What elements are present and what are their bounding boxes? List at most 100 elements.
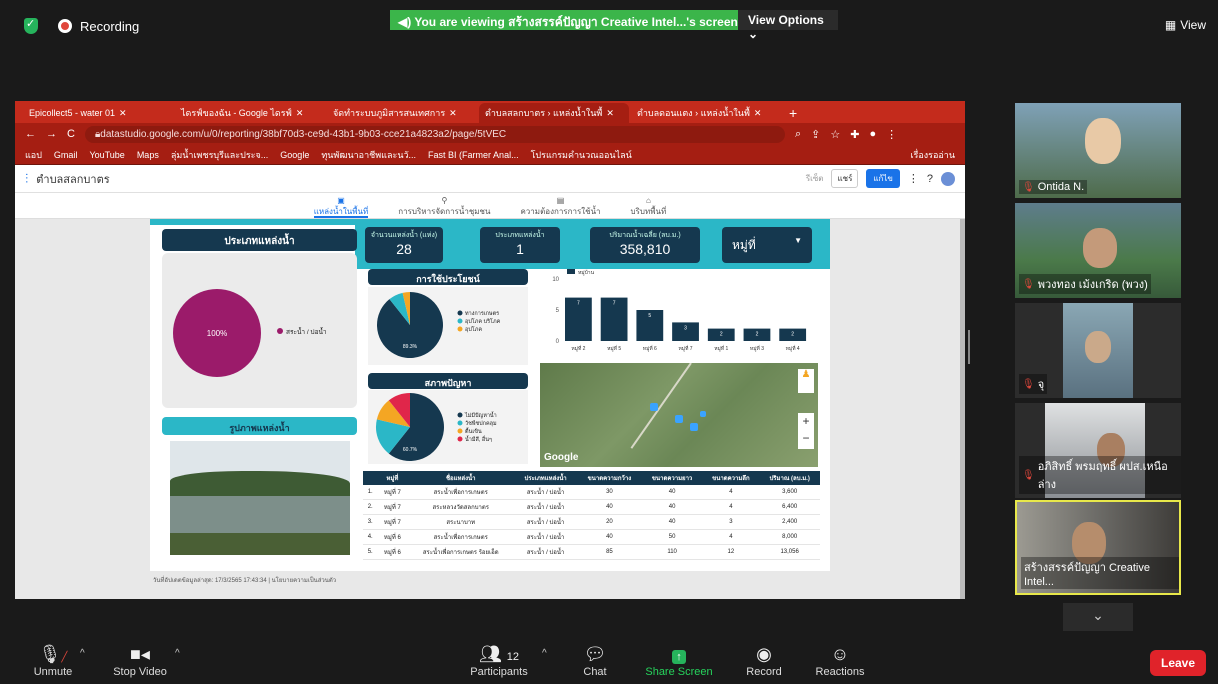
panel-resize-handle[interactable] [968, 330, 970, 364]
column-header[interactable]: ขนาดความกว้าง [577, 471, 642, 485]
gallery-scroll-down[interactable]: ⌄ [1063, 603, 1133, 631]
close-icon[interactable]: ✕ [296, 108, 304, 119]
map-marker[interactable] [690, 423, 698, 431]
column-header[interactable]: ขนาดความลึก [702, 471, 760, 485]
close-icon[interactable]: ✕ [119, 108, 127, 119]
reactions-button[interactable]: ☺ Reactions [812, 642, 868, 678]
browser-tab[interactable]: Epicollect5 - water 01 ✕ [23, 103, 173, 123]
browser-tab-active[interactable]: ตำบลสลกบาตร › แหล่งน้ำในพื้ ✕ [479, 103, 629, 123]
column-header[interactable] [363, 471, 378, 485]
bookmark-item[interactable]: โปรแกรมคำนวณออนไลน์ [531, 148, 632, 162]
share-screen-button[interactable]: ↑ Share Screen [642, 642, 716, 678]
reset-button[interactable]: รีเซ็ต [806, 172, 824, 185]
audio-options-chevron-icon[interactable]: ^ [80, 648, 85, 659]
map-marker[interactable] [650, 403, 658, 411]
reload-icon[interactable]: C [67, 128, 75, 140]
bookmark-item[interactable]: Google [280, 150, 309, 160]
bookmark-item[interactable]: YouTube [89, 150, 124, 160]
bookmark-item[interactable]: ลุ่มน้ำเพชรบุรีและประจ... [171, 148, 268, 162]
star-icon[interactable]: ☆ [830, 128, 840, 141]
share-icon[interactable]: ⇪ [811, 128, 820, 141]
share-button[interactable]: แชร์ [831, 169, 859, 188]
scrollbar[interactable] [960, 219, 965, 599]
security-shield-icon[interactable] [24, 17, 38, 34]
reading-list[interactable]: เรื่องรออ่าน [910, 148, 955, 162]
profile-icon[interactable]: ● [869, 128, 876, 140]
bookmark-item[interactable]: Maps [137, 150, 159, 160]
share-screen-icon: ↑ [642, 642, 716, 666]
table-row[interactable]: 5. หมู่ที่ 6 สระน้ำเพื่อการเกษตร ร้อยเอ็ดส… [363, 544, 820, 560]
participant-tile[interactable]: 🎙︎ อภิสิทธิ์ พรมฤทธิ์ ผปส.เหนือล่าง [1015, 403, 1181, 498]
zoom-out-icon[interactable]: − [798, 430, 814, 447]
table-cell: 40 [641, 514, 703, 530]
bookmark-item[interactable]: ทุนพัฒนาอาชีพและนวั... [321, 148, 416, 162]
forward-icon[interactable]: → [46, 128, 57, 140]
more-icon[interactable]: ⋮ [908, 172, 919, 185]
view-button[interactable]: ▦ View [1165, 18, 1206, 32]
page-tab-water-management[interactable]: ⚲ การบริหารจัดการน้ำชุมชน [398, 196, 490, 218]
participant-tile-active-speaker[interactable]: สร้างสรรค์ปัญญา Creative Intel... [1015, 500, 1181, 595]
bar-value-label: 3 [684, 325, 687, 331]
record-button[interactable]: ◉ Record [742, 642, 786, 678]
mic-muted-icon: 🎙︎ [1022, 469, 1035, 481]
menu-icon[interactable]: ⋮ [886, 128, 897, 141]
bookmarks-bar: แอป Gmail YouTube Maps ลุ่มน้ำเพชรบุรีแล… [15, 145, 965, 165]
page-tab-water-demand[interactable]: ▤ ความต้องการการใช้น้ำ [520, 196, 600, 218]
report-page: ประเภทแหล่งน้ำ 100% สระน้ำ / บ่อน้ำ รูปภ… [150, 219, 830, 571]
avatar[interactable] [941, 171, 955, 186]
close-icon[interactable]: ✕ [449, 108, 457, 119]
recording-indicator[interactable]: Recording [24, 17, 139, 34]
back-icon[interactable]: ← [25, 128, 36, 140]
stop-video-button[interactable]: ■◂ Stop Video [108, 642, 172, 678]
bookmark-item[interactable]: Gmail [54, 150, 78, 160]
browser-tab[interactable]: ตำบลดอนแตง › แหล่งน้ำในพื้ ✕ [631, 103, 781, 123]
pegman-icon[interactable]: ♟ [798, 369, 814, 393]
close-icon[interactable]: ✕ [754, 108, 762, 119]
page-tab-label: แหล่งน้ำในพื้นที่ [313, 207, 369, 216]
page-tab-area-context[interactable]: ⌂ บริบทพื้นที่ [631, 196, 667, 218]
leave-button[interactable]: Leave [1150, 650, 1206, 676]
report-title[interactable]: ตำบลสลกบาตร [36, 170, 109, 188]
column-header[interactable]: ชื่อแหล่งน้ำ [407, 471, 515, 485]
participant-tile[interactable]: 🎙︎ จุ [1015, 303, 1181, 398]
village-dropdown[interactable]: หมู่ที่ ▼ [722, 227, 812, 263]
map-marker[interactable] [700, 411, 706, 417]
participant-tile[interactable]: 🎙︎ พวงทอง เม้งเกริด (พวง) [1015, 203, 1181, 298]
table-cell: 40 [577, 529, 642, 545]
mic-muted-icon: 🎙︎ [1022, 278, 1035, 290]
browser-tab[interactable]: ไดรฟ์ของฉัน - Google ไดรฟ์ ✕ [175, 103, 325, 123]
table-row[interactable]: 4. หมู่ที่ 6 สระน้ำเพื่อการเกษตร สระน้ำ / บ… [363, 529, 820, 545]
map-marker[interactable] [675, 415, 683, 423]
extension-icon[interactable]: ✚ [850, 128, 859, 141]
bookmark-item[interactable]: Fast BI (Farmer Anal... [428, 150, 519, 160]
new-tab-icon[interactable]: + [783, 103, 803, 123]
table-row[interactable]: 1. หมู่ที่ 7 สระน้ำเพื่อการเกษตร สระน้ำ / บ… [363, 485, 820, 500]
participants-button[interactable]: 👥︎ 12 Participants [462, 642, 536, 678]
column-header[interactable]: ประเภทแหล่งน้ำ [514, 471, 578, 485]
edit-button[interactable]: แก้ไข [866, 169, 900, 188]
column-header[interactable]: ขนาดความยาว [641, 471, 703, 485]
table-row[interactable]: 2. หมู่ที่ 7 สระหลวงวัดสลกบาตร สระน้ำ / บ่อ… [363, 499, 820, 515]
video-options-chevron-icon[interactable]: ^ [175, 648, 180, 659]
legend-dot [457, 326, 463, 332]
zoom-in-icon[interactable]: + [798, 413, 814, 430]
zoom-icon[interactable]: ⌕ [795, 128, 801, 141]
unmute-button[interactable]: 🎙︎╱ Unmute [28, 642, 78, 678]
page-icon: ⚲ [441, 196, 448, 205]
page-tab-water-sources[interactable]: ▣ แหล่งน้ำในพื้นที่ [313, 196, 369, 218]
browser-tab[interactable]: จัดทำระบบภูมิสารสนเทศการ ✕ [327, 103, 477, 123]
map-view[interactable]: Google ♟ + − [540, 363, 818, 467]
chevron-down-icon: ⌄ [1092, 607, 1104, 623]
table-row[interactable]: 3. หมู่ที่ 7 สระนาบาท สระน้ำ / บ่อน้ำ 20 40 3 2… [363, 514, 820, 530]
participants-options-chevron-icon[interactable]: ^ [542, 648, 547, 659]
chat-button[interactable]: 💬︎ Chat [578, 642, 612, 678]
bookmark-item[interactable]: แอป [25, 148, 42, 162]
column-header[interactable]: หมู่ที่ [377, 471, 408, 485]
participant-tile[interactable]: 🎙︎ Ontida N. [1015, 103, 1181, 198]
column-header[interactable]: ปริมาณ (ลบ.ม.) [759, 471, 820, 485]
view-options-label: View Options [748, 13, 824, 27]
view-options-button[interactable]: View Options ⌄ [738, 10, 838, 41]
close-icon[interactable]: ✕ [606, 108, 614, 119]
url-field[interactable]: 🔒︎ datastudio.google.com/u/0/reporting/3… [84, 125, 785, 143]
help-icon[interactable]: ? [927, 173, 933, 185]
